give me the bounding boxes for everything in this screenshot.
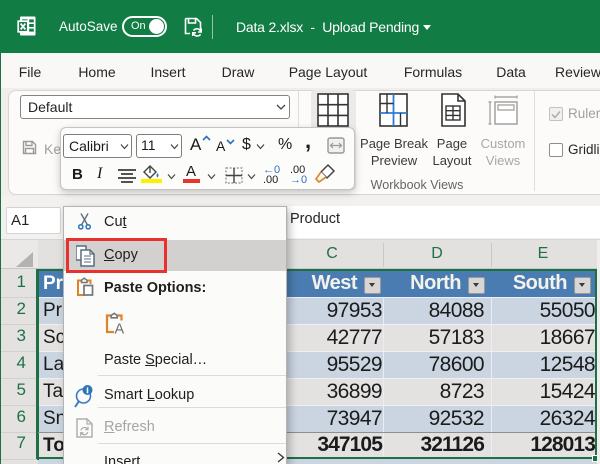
svg-text:A: A — [114, 322, 124, 336]
